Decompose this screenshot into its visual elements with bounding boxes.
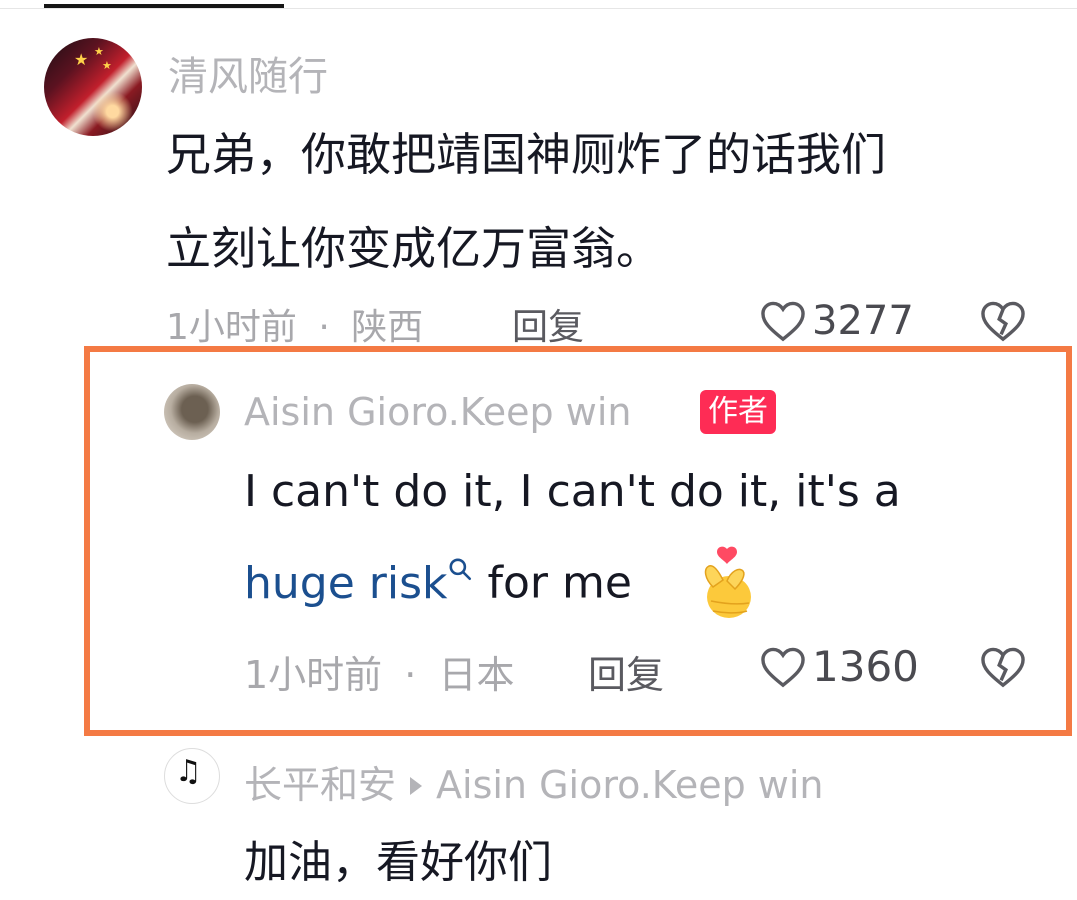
sub-reply-author[interactable]: 长平和安	[244, 763, 396, 807]
like-button[interactable]: 1360	[760, 642, 919, 691]
comment-text-line: 兄弟，你敢把靖国神厕炸了的话我们	[166, 128, 887, 181]
meta-separator: ·	[404, 653, 417, 697]
reply-author[interactable]: Aisin Gioro.Keep win	[244, 390, 631, 434]
avatar[interactable]	[164, 384, 220, 440]
like-count: 3277	[812, 298, 914, 344]
reply-time: 1小时前	[244, 653, 383, 697]
comment-text-line: 立刻让你变成亿万富翁。	[166, 222, 662, 275]
star-icon: ★	[102, 59, 112, 72]
sub-reply-text: 加油，看好你们	[244, 837, 552, 888]
star-icon: ★	[94, 45, 104, 58]
comment-meta: 1小时前 · 陕西	[166, 298, 423, 350]
broken-heart-icon[interactable]	[980, 300, 1026, 342]
search-keyword-link[interactable]: huge risk	[244, 558, 473, 609]
heart-outline-icon	[761, 647, 805, 687]
reply-text-tail: for me	[473, 557, 632, 609]
top-divider	[0, 8, 1077, 9]
reply-text-line: huge risk for me	[244, 556, 632, 609]
star-icon: ★	[74, 50, 89, 69]
comment-time: 1小时前	[166, 307, 297, 348]
comment-location: 陕西	[351, 307, 424, 348]
reply-button[interactable]: 回复	[512, 298, 584, 350]
reply-location: 日本	[438, 653, 515, 697]
avatar[interactable]: ★ ★ ★	[44, 38, 142, 136]
finger-heart-emoji	[704, 546, 751, 618]
reply-button[interactable]: 回复	[588, 644, 664, 699]
search-icon	[449, 558, 472, 581]
broken-heart-icon[interactable]	[980, 646, 1026, 688]
reply-text-line: I can't do it, I can't do it, it's a	[244, 466, 901, 517]
reply-to-author[interactable]: Aisin Gioro.Keep win	[436, 763, 823, 807]
heart-outline-icon	[761, 301, 805, 342]
author-badge: 作者	[700, 390, 776, 434]
avatar[interactable]: ♫	[164, 748, 220, 804]
reply-arrow-icon	[410, 776, 423, 795]
like-count: 1360	[812, 642, 919, 691]
sub-reply-header: 长平和安 Aisin Gioro.Keep win	[244, 754, 824, 809]
like-button[interactable]: 3277	[760, 298, 914, 344]
avatar-glyph: ♫	[175, 754, 202, 789]
comment-author[interactable]: 清风随行	[168, 44, 328, 102]
search-keyword-text: huge risk	[244, 557, 448, 609]
meta-separator: ·	[318, 307, 330, 348]
reply-meta: 1小时前 · 日本	[244, 644, 514, 699]
